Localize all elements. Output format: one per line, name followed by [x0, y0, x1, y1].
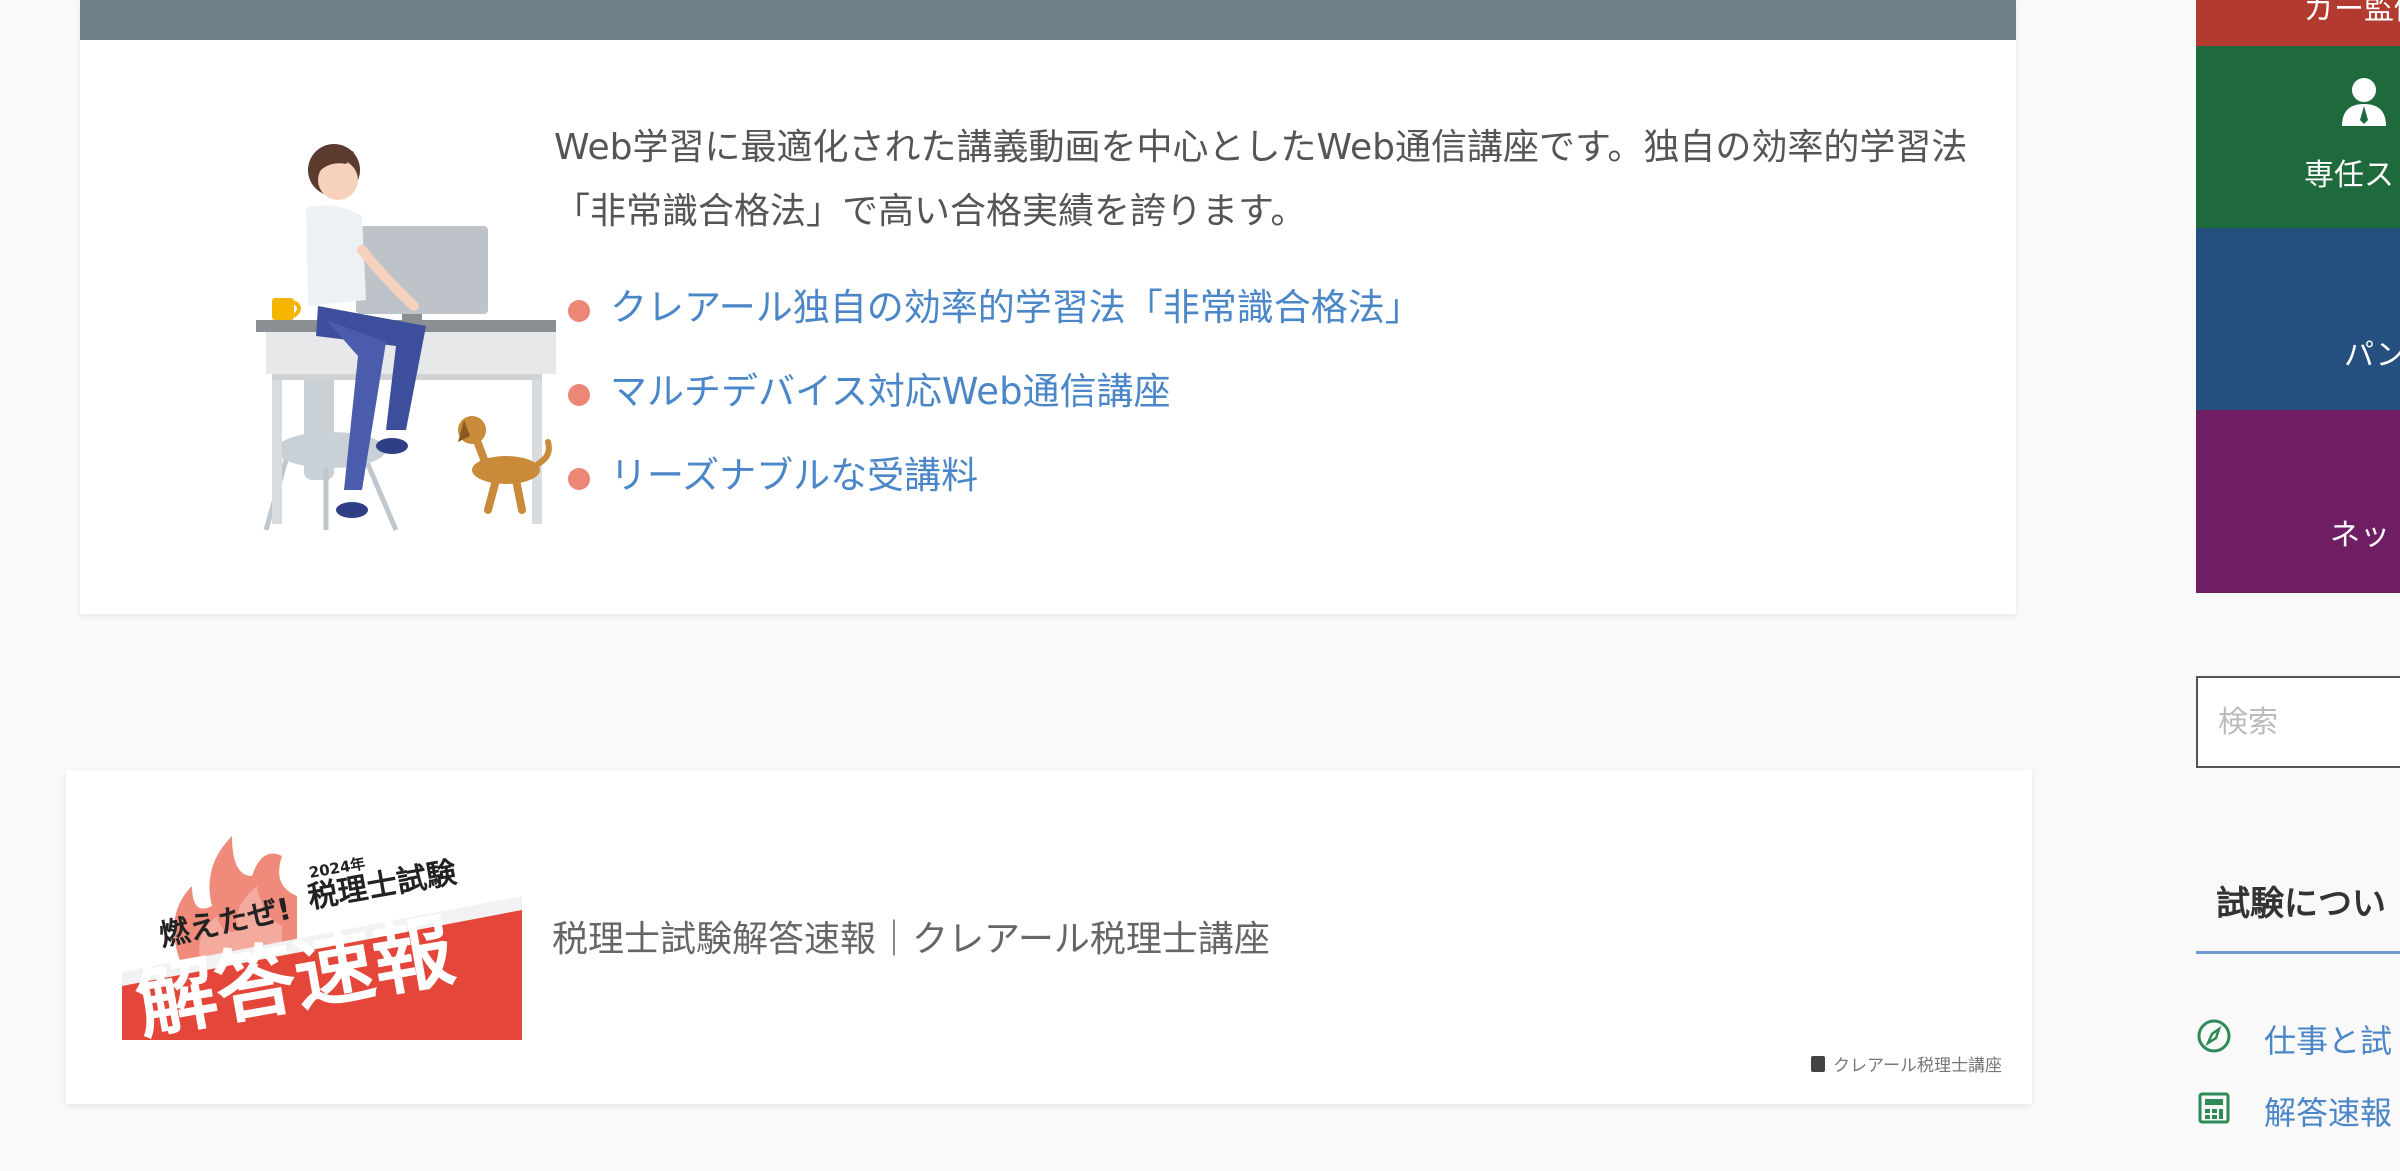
sidebar-link-label: 解答速報: [2264, 1094, 2393, 1132]
search-input[interactable]: [2196, 676, 2400, 768]
answer-report-banner: 2024年 税理士試験 燃えたぜ! 解答速報: [122, 836, 522, 1048]
link-card-site: クレアール税理士講座: [1811, 1051, 2002, 1076]
bullet-icon: [568, 384, 590, 406]
sidebar-tile-dedicated-staff[interactable]: 専任ス: [2196, 46, 2400, 228]
feature-link[interactable]: マルチデバイス対応Web通信講座: [554, 362, 1422, 446]
sidebar-tile-net[interactable]: ネッ: [2196, 410, 2400, 593]
feature-link[interactable]: クレアール独自の効率的学習法「非常識合格法」: [554, 278, 1422, 362]
sidebar-link-answer-report[interactable]: 解答速報: [2196, 1082, 2400, 1138]
woman-at-desk-illustration: [256, 144, 556, 531]
sidebar-banner-tiles: ガー監修 専任ス パン ネッ: [2196, 0, 2400, 593]
tile-label: 専任ス: [2304, 158, 2394, 193]
sidebar-heading-text: 試験につい: [2216, 884, 2386, 924]
sidebar-tile-pamphlet[interactable]: パン: [2196, 228, 2400, 410]
course-intro-card: Web学習に最適化された講義動画を中心としたWeb通信講座です。独自の効率的学習…: [80, 0, 2016, 614]
compass-icon: [2197, 1019, 2231, 1053]
course-intro-text: Web学習に最適化された講義動画を中心としたWeb通信講座です。独自の効率的学習…: [554, 127, 1968, 232]
tile-label: パン: [2344, 338, 2400, 373]
feature-list: クレアール独自の効率的学習法「非常識合格法」 マルチデバイス対応Web通信講座 …: [554, 278, 1422, 530]
calculator-icon: [2198, 1092, 2230, 1124]
sidebar-section-heading: 試験につい: [2196, 850, 2400, 954]
tile-label: ネッ: [2330, 518, 2390, 553]
site-name: クレアール税理士講座: [1833, 1056, 2002, 1076]
sidebar-link-label: 仕事と試: [2264, 1022, 2393, 1060]
sidebar-tile-supervision[interactable]: ガー監修: [2196, 0, 2400, 46]
link-card-title: 税理士試験解答速報｜クレアール税理士講座: [552, 919, 1270, 960]
bullet-icon: [568, 300, 590, 322]
person-icon: [2342, 78, 2386, 126]
card-header-bar: [80, 0, 2016, 40]
feature-label: マルチデバイス対応Web通信講座: [610, 370, 1171, 413]
feature-label: リーズナブルな受講料: [610, 454, 979, 497]
bullet-icon: [568, 468, 590, 490]
tile-label: ガー監修: [2304, 0, 2400, 27]
sidebar-link-work-and-exam[interactable]: 仕事と試: [2196, 1010, 2400, 1066]
feature-link[interactable]: リーズナブルな受講料: [554, 446, 1422, 530]
feature-label: クレアール独自の効率的学習法「非常識合格法」: [610, 286, 1422, 329]
site-favicon-icon: [1811, 1055, 1826, 1072]
answer-report-link-card[interactable]: 2024年 税理士試験 燃えたぜ! 解答速報 税理士試験解答速報｜クレアール税理…: [66, 770, 2032, 1104]
